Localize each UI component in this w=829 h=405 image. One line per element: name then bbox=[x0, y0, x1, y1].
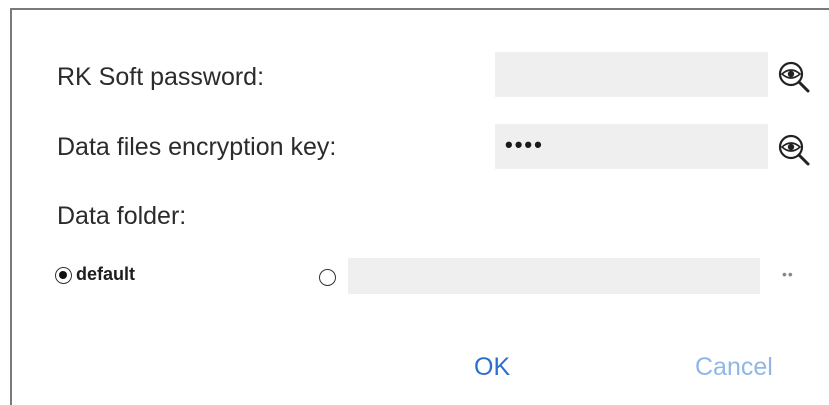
encryption-key-value: •••• bbox=[505, 132, 544, 157]
password-label: RK Soft password: bbox=[57, 63, 265, 91]
eye-magnifier-icon[interactable] bbox=[777, 60, 811, 94]
encryption-key-field[interactable]: •••• bbox=[495, 124, 768, 169]
ok-button[interactable]: OK bbox=[474, 353, 510, 382]
data-folder-label: Data folder: bbox=[57, 202, 187, 230]
settings-dialog: RK Soft password: Data files encryption … bbox=[10, 8, 829, 405]
default-folder-radio[interactable] bbox=[55, 267, 72, 284]
browse-folder-button[interactable]: •• bbox=[782, 266, 794, 282]
custom-folder-path-field[interactable] bbox=[348, 258, 760, 294]
eye-magnifier-icon[interactable] bbox=[777, 133, 811, 167]
custom-folder-radio[interactable] bbox=[319, 269, 336, 286]
encryption-key-label: Data files encryption key: bbox=[57, 133, 337, 161]
password-field[interactable] bbox=[495, 52, 768, 97]
cancel-button[interactable]: Cancel bbox=[695, 353, 773, 382]
default-folder-label: default bbox=[76, 264, 136, 284]
